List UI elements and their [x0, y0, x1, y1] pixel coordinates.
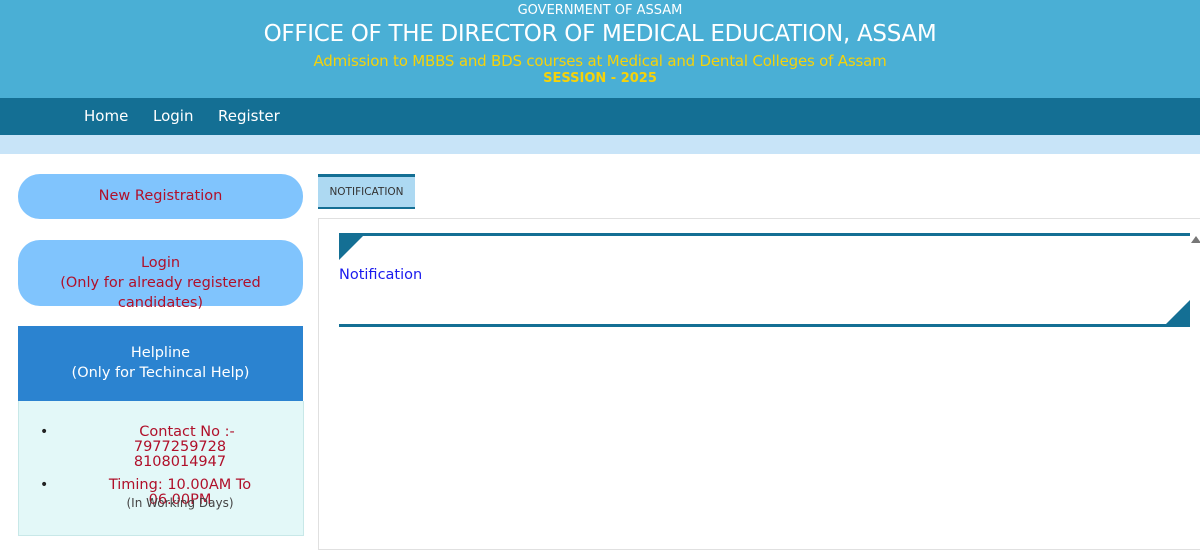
- bullet-icon: •: [40, 477, 49, 493]
- tab-notification[interactable]: NOTIFICATION: [318, 174, 415, 209]
- notification-link[interactable]: Notification: [339, 267, 422, 283]
- new-registration-label: New Registration: [98, 188, 223, 204]
- corner-triangle-icon: [1166, 300, 1190, 324]
- helpline-subtitle: (Only for Techincal Help): [71, 365, 250, 381]
- helpline-title: Helpline: [130, 345, 191, 361]
- new-registration-button[interactable]: New Registration: [18, 174, 303, 219]
- phone-number-1: 7977259728: [133, 439, 227, 455]
- working-days-text: (In Working Days): [126, 496, 234, 510]
- helpline-header: Helpline (Only for Techincal Help): [18, 326, 303, 401]
- notification-panel: [318, 218, 1200, 550]
- login-button[interactable]: Login (Only for already registered candi…: [18, 240, 303, 311]
- divider-band: [0, 135, 1200, 154]
- tab-notification-label: NOTIFICATION: [329, 186, 404, 198]
- contact-label: Contact No :-: [139, 424, 235, 440]
- government-label: GOVERNMENT OF ASSAM: [517, 3, 683, 18]
- session-label: SESSION - 2025: [543, 71, 657, 86]
- nav-register-link[interactable]: Register: [218, 107, 280, 125]
- bullet-icon: •: [40, 424, 49, 440]
- panel-top-rule: [339, 233, 1190, 236]
- scroll-up-icon[interactable]: [1191, 236, 1200, 243]
- admission-subtitle: Admission to MBBS and BDS courses at Med…: [313, 52, 887, 70]
- corner-triangle-icon: [339, 236, 363, 260]
- phone-number-2: 8108014947: [133, 454, 227, 470]
- nav-home-link[interactable]: Home: [84, 107, 128, 125]
- top-navbar: Home Login Register: [0, 98, 1200, 135]
- nav-login-link[interactable]: Login: [153, 107, 193, 125]
- office-title: OFFICE OF THE DIRECTOR OF MEDICAL EDUCAT…: [263, 21, 937, 47]
- site-header: GOVERNMENT OF ASSAM OFFICE OF THE DIRECT…: [0, 0, 1200, 98]
- login-label: Login: [140, 255, 181, 271]
- panel-bottom-rule: [339, 324, 1190, 327]
- login-sublabel: (Only for already registered candidates): [60, 275, 261, 311]
